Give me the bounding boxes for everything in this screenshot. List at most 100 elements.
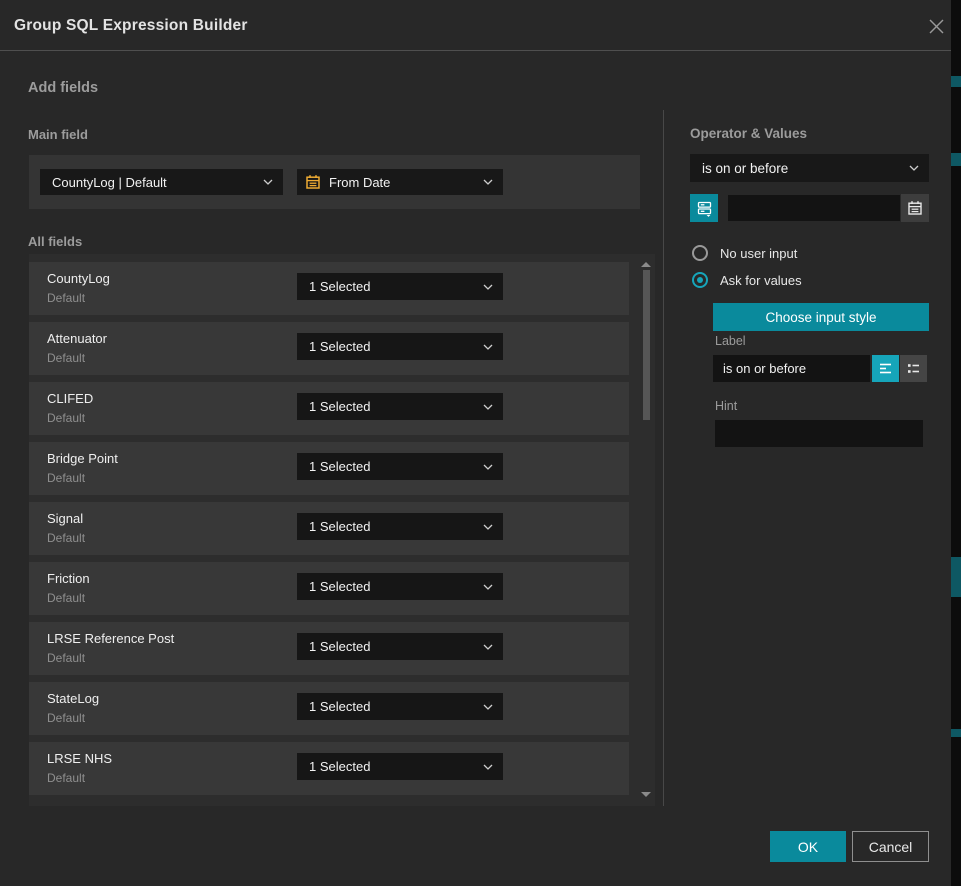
main-field-box: CountyLog | Default From Date xyxy=(29,155,640,209)
field-sublabel: Default xyxy=(47,291,85,305)
cancel-button[interactable]: Cancel xyxy=(852,831,929,862)
operator-select[interactable]: is on or before xyxy=(690,154,929,182)
field-selected-dropdown[interactable]: 1 Selected xyxy=(297,633,503,660)
field-sublabel: Default xyxy=(47,411,85,425)
chevron-down-icon xyxy=(483,524,493,530)
field-selected-dropdown-label: 1 Selected xyxy=(309,699,477,714)
edge-mark xyxy=(951,76,961,87)
field-sublabel: Default xyxy=(47,771,85,785)
dialog-title: Group SQL Expression Builder xyxy=(14,0,248,51)
field-name: LRSE NHS xyxy=(47,751,112,766)
chevron-down-icon xyxy=(483,464,493,470)
list-icon xyxy=(906,361,921,376)
edge-mark xyxy=(951,153,961,166)
field-row: LRSE NHS Default 1 Selected xyxy=(29,742,629,795)
field-selected-dropdown-label: 1 Selected xyxy=(309,339,477,354)
field-selected-dropdown-label: 1 Selected xyxy=(309,399,477,414)
field-name: StateLog xyxy=(47,691,99,706)
date-picker-button[interactable] xyxy=(901,194,929,222)
radio-no-user-input[interactable]: No user input xyxy=(692,245,797,261)
chevron-down-icon xyxy=(483,764,493,770)
field-row: CountyLog Default 1 Selected xyxy=(29,262,629,315)
field-sublabel: Default xyxy=(47,531,85,545)
field-selected-dropdown[interactable]: 1 Selected xyxy=(297,273,503,300)
page-edge-strip xyxy=(951,0,961,886)
field-row: Attenuator Default 1 Selected xyxy=(29,322,629,375)
add-fields-heading: Add fields xyxy=(28,80,98,96)
chevron-down-icon xyxy=(483,344,493,350)
radio-ask-for-values[interactable]: Ask for values xyxy=(692,272,802,288)
chevron-down-icon xyxy=(909,165,919,171)
field-selected-dropdown[interactable]: 1 Selected xyxy=(297,393,503,420)
radio-label: No user input xyxy=(720,246,797,261)
edge-mark xyxy=(951,729,961,737)
list-input-style-button[interactable] xyxy=(900,355,927,382)
field-selected-dropdown-label: 1 Selected xyxy=(309,459,477,474)
field-sublabel: Default xyxy=(47,591,85,605)
chevron-down-icon xyxy=(483,584,493,590)
field-selected-dropdown-label: 1 Selected xyxy=(309,519,477,534)
label-input[interactable] xyxy=(713,355,870,382)
chevron-down-icon xyxy=(483,644,493,650)
stacked-values-icon xyxy=(696,200,713,217)
field-sublabel: Default xyxy=(47,351,85,365)
panel-divider xyxy=(663,110,664,806)
field-selected-dropdown[interactable]: 1 Selected xyxy=(297,453,503,480)
field-sublabel: Default xyxy=(47,471,85,485)
field-sublabel: Default xyxy=(47,651,85,665)
ok-button[interactable]: OK xyxy=(770,831,846,862)
main-field-select[interactable]: From Date xyxy=(297,169,503,195)
calendar-icon xyxy=(305,174,321,190)
value-input[interactable] xyxy=(728,195,900,221)
align-left-icon xyxy=(878,361,893,376)
all-fields-label: All fields xyxy=(28,234,82,249)
field-name: LRSE Reference Post xyxy=(47,631,174,646)
group-sql-expression-builder-dialog: { "dialog": { "title": "Group SQL Expres… xyxy=(0,0,961,886)
field-row: StateLog Default 1 Selected xyxy=(29,682,629,735)
hint-input[interactable] xyxy=(715,420,923,447)
all-fields-list: CountyLog Default 1 Selected Attenuator … xyxy=(29,254,655,806)
chevron-down-icon xyxy=(483,179,493,185)
unique-values-button[interactable] xyxy=(690,194,718,222)
label-caption: Label xyxy=(715,334,746,348)
title-bar: Group SQL Expression Builder xyxy=(0,0,951,51)
radio-circle-icon xyxy=(692,245,708,261)
field-selected-dropdown[interactable]: 1 Selected xyxy=(297,573,503,600)
choose-input-style-button[interactable]: Choose input style xyxy=(713,303,929,331)
main-field-label: Main field xyxy=(28,127,88,142)
field-selected-dropdown-label: 1 Selected xyxy=(309,579,477,594)
field-sublabel: Default xyxy=(47,711,85,725)
field-row: Bridge Point Default 1 Selected xyxy=(29,442,629,495)
field-name: Friction xyxy=(47,571,90,586)
layer-select[interactable]: CountyLog | Default xyxy=(40,169,283,195)
field-row: CLIFED Default 1 Selected xyxy=(29,382,629,435)
scrollbar-up-arrow[interactable] xyxy=(641,262,651,267)
operator-select-value: is on or before xyxy=(702,161,903,176)
field-name: CountyLog xyxy=(47,271,110,286)
scrollbar-down-arrow[interactable] xyxy=(641,792,651,797)
field-name: CLIFED xyxy=(47,391,93,406)
field-selected-dropdown[interactable]: 1 Selected xyxy=(297,753,503,780)
single-line-input-style-button[interactable] xyxy=(872,355,899,382)
chevron-down-icon xyxy=(483,404,493,410)
field-name: Signal xyxy=(47,511,83,526)
field-row: LRSE Reference Post Default 1 Selected xyxy=(29,622,629,675)
main-field-select-value: From Date xyxy=(329,175,477,190)
layer-select-value: CountyLog | Default xyxy=(52,175,257,190)
close-icon[interactable] xyxy=(923,13,949,39)
chevron-down-icon xyxy=(483,284,493,290)
field-row: Friction Default 1 Selected xyxy=(29,562,629,615)
scrollbar-thumb[interactable] xyxy=(643,270,650,420)
field-row: Signal Default 1 Selected xyxy=(29,502,629,555)
field-selected-dropdown-label: 1 Selected xyxy=(309,759,477,774)
field-selected-dropdown-label: 1 Selected xyxy=(309,639,477,654)
radio-circle-icon xyxy=(692,272,708,288)
field-selected-dropdown[interactable]: 1 Selected xyxy=(297,693,503,720)
chevron-down-icon xyxy=(263,179,273,185)
field-selected-dropdown[interactable]: 1 Selected xyxy=(297,333,503,360)
hint-caption: Hint xyxy=(715,399,737,413)
field-selected-dropdown[interactable]: 1 Selected xyxy=(297,513,503,540)
chevron-down-icon xyxy=(483,704,493,710)
radio-label: Ask for values xyxy=(720,273,802,288)
edge-mark xyxy=(951,557,961,597)
